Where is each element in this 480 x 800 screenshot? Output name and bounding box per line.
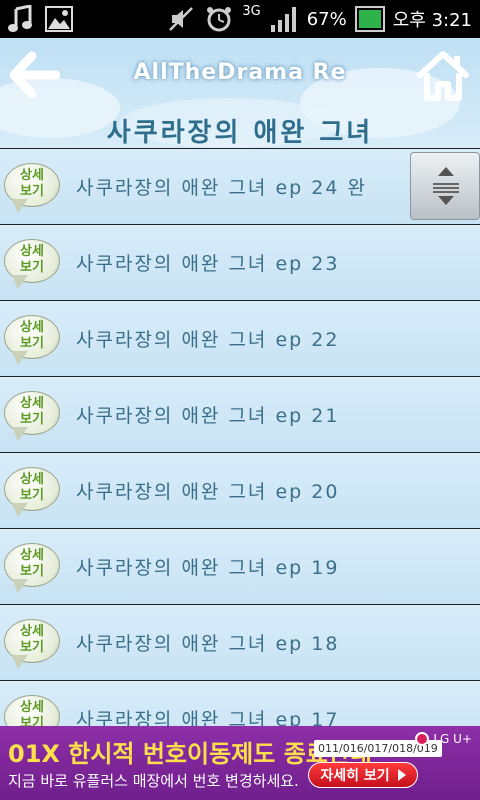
details-badge[interactable]: 상세 보기 [4, 314, 60, 365]
fast-scroll-handle[interactable] [410, 152, 480, 220]
list-item[interactable]: 상세 보기 사쿠라장의 애완 그녀 ep 20 [0, 453, 480, 529]
ad-details-button[interactable]: 자세히 보기 [308, 762, 418, 788]
list-item[interactable]: 상세 보기 사쿠라장의 애완 그녀 ep 21 [0, 377, 480, 453]
grip-icon [433, 183, 459, 193]
page-title: 사쿠라장의 애완 그녀 [106, 118, 374, 148]
alarm-icon [204, 4, 234, 34]
list-item[interactable]: 상세 보기 사쿠라장의 애완 그녀 ep 18 [0, 605, 480, 681]
scroll-up-icon [438, 167, 454, 176]
episode-title: 사쿠라장의 애완 그녀 ep 17 [76, 709, 340, 726]
list-item[interactable]: 상세 보기 사쿠라장의 애완 그녀 ep 24 완 [0, 148, 480, 225]
details-badge[interactable]: 상세 보기 [4, 390, 60, 441]
episode-title: 사쿠라장의 애완 그녀 ep 18 [76, 633, 340, 655]
details-badge[interactable]: 상세 보기 [4, 466, 60, 517]
details-badge-label: 상세 보기 [20, 167, 44, 199]
home-button[interactable] [416, 48, 470, 102]
status-bar: 3G 67% 오후 3:21 [0, 0, 480, 38]
details-badge-label: 상세 보기 [20, 547, 44, 579]
details-badge[interactable]: 상세 보기 [4, 618, 60, 669]
clock: 오후 3:21 [392, 10, 472, 31]
ad-banner[interactable]: 01X 한시적 번호이동제도 종료안내 지금 바로 유플러스 매장에서 번호 변… [0, 726, 480, 800]
details-badge-label: 상세 보기 [20, 319, 44, 351]
list-item[interactable]: 상세 보기 사쿠라장의 애완 그녀 ep 17 [0, 681, 480, 726]
episode-title: 사쿠라장의 애완 그녀 ep 20 [76, 481, 340, 503]
signal-icon [269, 4, 299, 34]
details-badge[interactable]: 상세 보기 [4, 238, 60, 289]
episode-title: 사쿠라장의 애완 그녀 ep 21 [76, 405, 340, 427]
app-header: AllTheDrama Re 사쿠라장의 애완 그녀 [0, 38, 480, 148]
muted-icon [166, 4, 196, 34]
ad-subtext: 지금 바로 유플러스 매장에서 번호 변경하세요. [8, 772, 299, 790]
ad-brand: LG U+ [415, 732, 472, 746]
details-badge-label: 상세 보기 [20, 699, 44, 727]
details-badge-label: 상세 보기 [20, 243, 44, 275]
play-icon [397, 769, 406, 781]
details-badge[interactable]: 상세 보기 [4, 162, 60, 213]
battery-percent: 67% [306, 8, 347, 30]
list-item[interactable]: 상세 보기 사쿠라장의 애완 그녀 ep 19 [0, 529, 480, 605]
battery-icon [354, 4, 385, 34]
details-badge-label: 상세 보기 [20, 395, 44, 427]
app-title: AllTheDrama Re [133, 60, 347, 85]
episode-title: 사쿠라장의 애완 그녀 ep 19 [76, 557, 340, 579]
ad-brand-label: LG U+ [433, 732, 472, 746]
home-icon [417, 51, 469, 101]
details-badge[interactable]: 상세 보기 [4, 694, 60, 727]
episode-title: 사쿠라장의 애완 그녀 ep 22 [76, 329, 340, 351]
episode-title: 사쿠라장의 애완 그녀 ep 24 완 [76, 177, 367, 199]
episode-list[interactable]: 상세 보기 사쿠라장의 애완 그녀 ep 24 완 상세 보기 사쿠라장의 애완 그녀 e… [0, 148, 480, 726]
scroll-down-icon [438, 196, 454, 205]
details-badge-label: 상세 보기 [20, 471, 44, 503]
list-item[interactable]: 상세 보기 사쿠라장의 애완 그녀 ep 22 [0, 301, 480, 377]
details-badge-label: 상세 보기 [20, 623, 44, 655]
episode-title: 사쿠라장의 애완 그녀 ep 23 [76, 253, 340, 275]
lg-logo-icon [415, 732, 430, 746]
network-type: 3G [242, 4, 261, 19]
list-item[interactable]: 상세 보기 사쿠라장의 애완 그녀 ep 23 [0, 225, 480, 301]
details-badge[interactable]: 상세 보기 [4, 542, 60, 593]
music-icon [6, 4, 36, 34]
image-icon [44, 4, 74, 34]
ad-details-label: 자세히 보기 [320, 768, 390, 784]
